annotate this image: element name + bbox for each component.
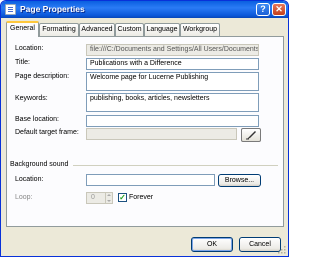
- help-button[interactable]: ?: [256, 3, 270, 16]
- pencil-icon: [246, 131, 256, 140]
- tab-custom[interactable]: Custom: [115, 23, 144, 36]
- default-target-frame-label: Default target frame:: [15, 129, 79, 136]
- keywords-field[interactable]: publishing, books, articles, newsletters: [86, 93, 259, 112]
- ok-button[interactable]: OK: [191, 237, 233, 252]
- window-title: Page Properties: [20, 4, 85, 14]
- page-properties-icon: [5, 4, 16, 15]
- background-sound-group-label: Background sound: [10, 161, 69, 168]
- sound-location-label: Location:: [15, 176, 44, 183]
- close-button[interactable]: ✕: [272, 3, 286, 16]
- resize-grip-icon[interactable]: [278, 246, 286, 254]
- tab-advanced[interactable]: Advanced: [79, 23, 115, 36]
- forever-label[interactable]: Forever: [129, 194, 153, 201]
- general-tab-panel: Location: file:///C:/Documents and Setti…: [6, 36, 284, 227]
- tab-general[interactable]: General: [6, 21, 39, 37]
- group-divider: [73, 165, 278, 166]
- loop-value: 0: [91, 194, 95, 201]
- browse-button[interactable]: Browse...: [218, 174, 261, 187]
- page-description-label: Page description:: [15, 73, 70, 80]
- base-location-label: Base location:: [15, 116, 59, 123]
- spinner-arrows-icon: [105, 193, 112, 203]
- title-field[interactable]: Publications with a Difference: [86, 58, 259, 70]
- page-properties-dialog: Page Properties ? ✕ General Formatting A…: [0, 0, 289, 257]
- cancel-button[interactable]: Cancel: [239, 237, 281, 252]
- loop-spinner: 0: [86, 192, 113, 204]
- location-field: file:///C:/Documents and Settings/All Us…: [86, 44, 259, 56]
- keywords-label: Keywords:: [15, 95, 48, 102]
- change-target-frame-button[interactable]: [241, 128, 261, 142]
- sound-location-field[interactable]: [86, 174, 215, 186]
- tab-workgroup[interactable]: Workgroup: [180, 23, 220, 36]
- title-bar[interactable]: Page Properties ? ✕: [1, 1, 288, 18]
- forever-checkbox[interactable]: ✓: [118, 193, 127, 202]
- default-target-frame-field: [86, 128, 237, 140]
- location-label: Location:: [15, 45, 44, 52]
- base-location-field[interactable]: [86, 115, 259, 127]
- tab-formatting[interactable]: Formatting: [39, 23, 79, 36]
- loop-label: Loop:: [15, 194, 33, 201]
- page-description-field[interactable]: Welcome page for Lucerne Publishing: [86, 72, 259, 91]
- title-label: Title:: [15, 59, 30, 66]
- tab-language[interactable]: Language: [144, 23, 180, 36]
